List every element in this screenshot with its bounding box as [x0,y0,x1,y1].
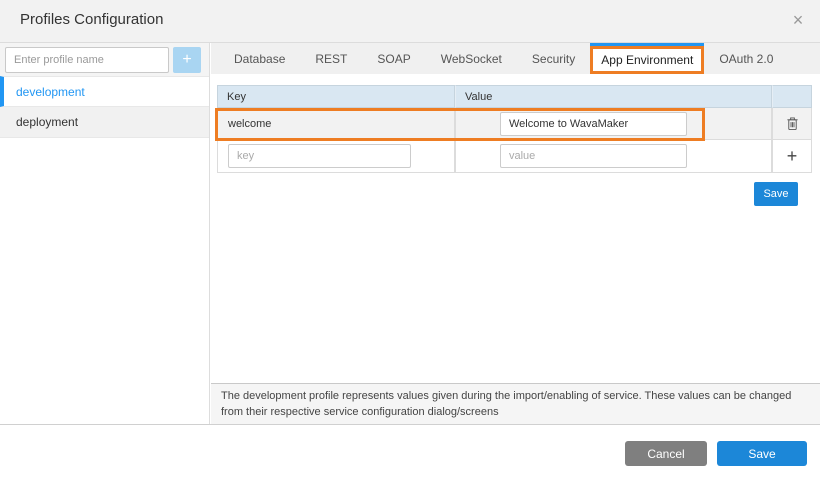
save-button[interactable]: Save [717,441,807,466]
new-key-cell [217,140,455,173]
tab-label: REST [315,52,347,66]
sidebar-item-deployment[interactable]: deployment [0,107,209,138]
app-environment-table: Key Value welcome [217,85,812,173]
tab-app-environment[interactable]: App Environment [590,43,704,74]
tab-label: Database [234,52,285,66]
trash-icon [786,116,799,131]
table-row: welcome [217,108,812,140]
profile-item-label: development [16,85,85,99]
add-row-button[interactable]: + [772,140,812,173]
profiles-configuration-dialog: Profiles Configuration × + development d… [0,0,820,482]
table-save-button[interactable]: Save [754,182,798,206]
column-header-actions [772,85,812,108]
dialog-title: Profiles Configuration [20,11,163,28]
dialog-titlebar: Profiles Configuration × [0,0,820,43]
value-cell [455,108,772,140]
delete-row-button[interactable] [772,108,812,140]
tab-security[interactable]: Security [517,43,590,74]
table-new-row: + [217,140,812,173]
tab-database[interactable]: Database [219,43,300,74]
new-value-cell [455,140,772,173]
profile-name-input[interactable] [5,47,169,73]
column-header-key: Key [217,85,455,108]
tab-label: Security [532,52,575,66]
footer-divider [0,424,820,425]
tab-label: SOAP [377,52,410,66]
profile-item-label: deployment [16,115,78,129]
tab-label: App Environment [601,53,693,67]
new-value-input[interactable] [500,144,687,168]
key-cell: welcome [217,108,455,140]
cancel-button[interactable]: Cancel [625,441,707,466]
tab-oauth[interactable]: OAuth 2.0 [704,43,788,74]
service-tabs: Database REST SOAP WebSocket Security Ap… [211,43,820,74]
profile-add-row: + [0,43,209,76]
tab-soap[interactable]: SOAP [362,43,425,74]
profiles-sidebar: + development deployment [0,43,210,425]
add-profile-button[interactable]: + [173,47,201,73]
value-input[interactable] [500,112,687,136]
tab-label: WebSocket [441,52,502,66]
plus-icon: + [787,146,798,167]
close-icon[interactable]: × [786,8,810,32]
tab-label: OAuth 2.0 [719,52,773,66]
sidebar-item-development[interactable]: development [0,76,209,107]
profile-description: The development profile represents value… [211,383,820,424]
highlight-box: App Environment [590,46,704,74]
column-header-value: Value [455,85,772,108]
tab-websocket[interactable]: WebSocket [426,43,517,74]
table-header-row: Key Value [217,85,812,108]
plus-icon: + [182,51,191,68]
tab-rest[interactable]: REST [300,43,362,74]
new-key-input[interactable] [228,144,411,168]
